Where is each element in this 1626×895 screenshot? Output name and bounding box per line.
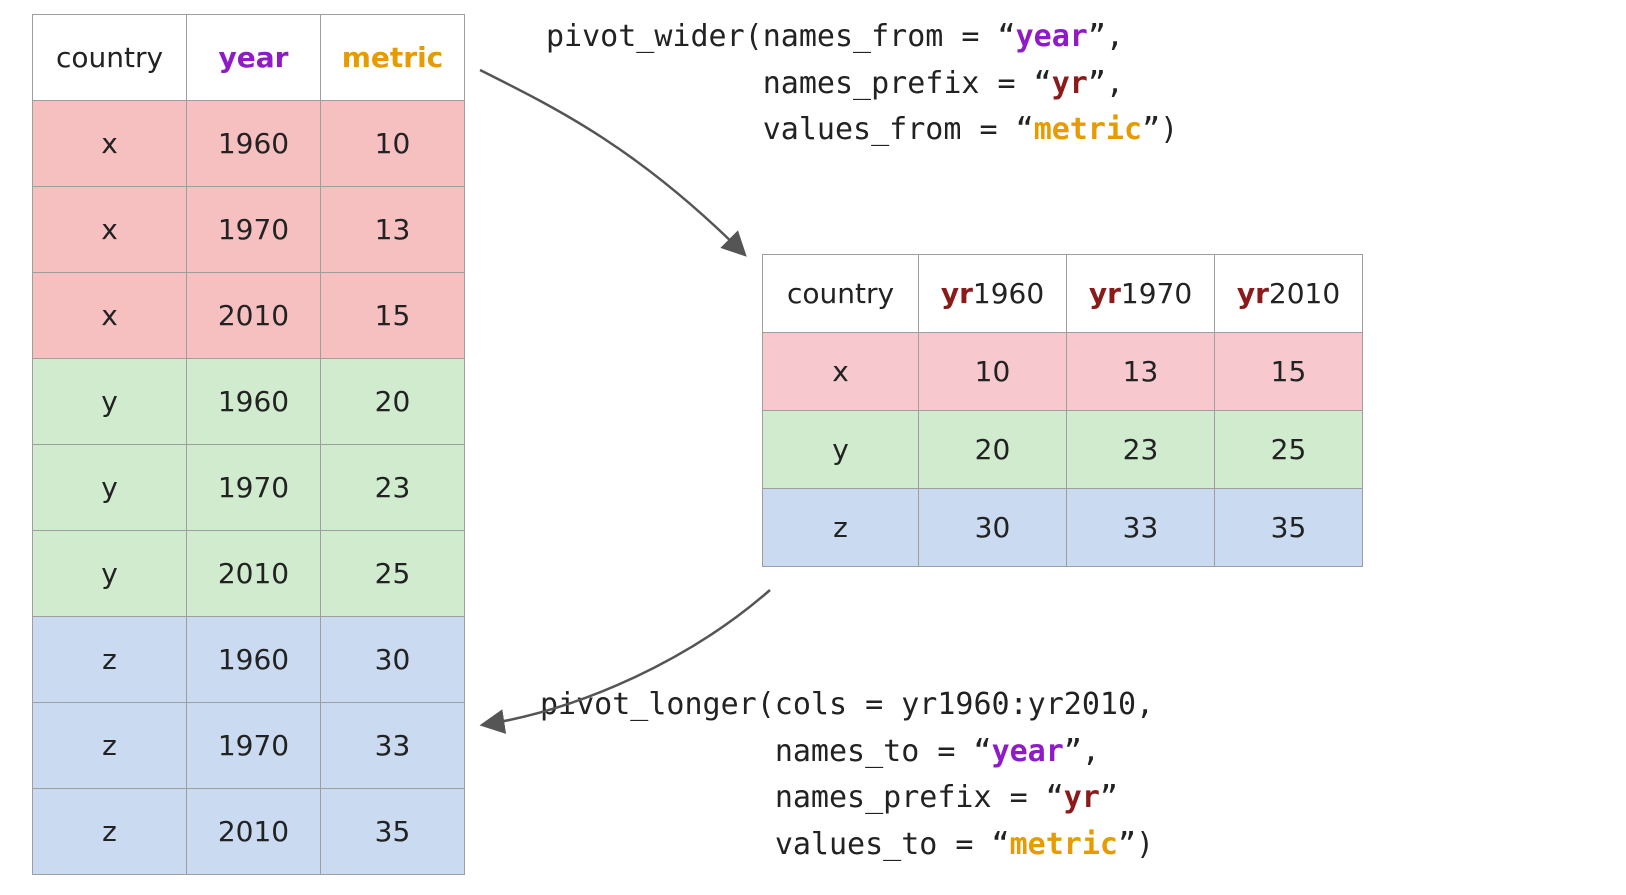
col-country: country: [33, 15, 187, 101]
cell-country: y: [33, 445, 187, 531]
code-line: pivot_wider(names_from = “: [546, 19, 1016, 54]
col-yr2010: yr2010: [1215, 255, 1363, 333]
cell-metric: 13: [321, 187, 465, 273]
pad: [540, 827, 775, 862]
table-row: x 1960 10: [33, 101, 465, 187]
long-format-table: country year metric x 1960 10 x 1970 13 …: [32, 14, 465, 875]
cell-country: y: [33, 531, 187, 617]
arg-metric: metric: [1010, 827, 1118, 862]
col-year: year: [187, 15, 321, 101]
cell-country: z: [33, 703, 187, 789]
code-pivot-longer: pivot_longer(cols = yr1960:yr2010, names…: [540, 682, 1154, 868]
arg-metric: metric: [1034, 112, 1142, 147]
cell-year: 1970: [187, 445, 321, 531]
cell-metric: 35: [321, 789, 465, 875]
cell-year: 2010: [187, 789, 321, 875]
cell-country: x: [33, 187, 187, 273]
cell-year: 1970: [187, 703, 321, 789]
cell-metric: 33: [321, 703, 465, 789]
cell-metric: 30: [321, 617, 465, 703]
cell-country: x: [33, 273, 187, 359]
cell-value: 25: [1215, 411, 1363, 489]
col-country: country: [763, 255, 919, 333]
table-row: x 10 13 15: [763, 333, 1363, 411]
code-line: ”,: [1088, 66, 1124, 101]
col-yr1960: yr1960: [919, 255, 1067, 333]
code-line: names_prefix = “: [763, 66, 1052, 101]
code-line: pivot_longer(cols = yr1960:yr2010,: [540, 687, 1154, 722]
cell-country: z: [33, 617, 187, 703]
table-row: z 2010 35: [33, 789, 465, 875]
cell-metric: 20: [321, 359, 465, 445]
col-yr1970: yr1970: [1067, 255, 1215, 333]
table-row: y 1960 20: [33, 359, 465, 445]
cell-metric: 10: [321, 101, 465, 187]
table-row: y 2010 25: [33, 531, 465, 617]
table-row: x 2010 15: [33, 273, 465, 359]
cell-year: 1960: [187, 617, 321, 703]
yr-prefix: yr: [941, 277, 973, 310]
cell-value: 13: [1067, 333, 1215, 411]
cell-value: 33: [1067, 489, 1215, 567]
cell-country: z: [763, 489, 919, 567]
code-pivot-wider: pivot_wider(names_from = “year”, names_p…: [546, 14, 1178, 154]
cell-country: y: [33, 359, 187, 445]
cell-value: 15: [1215, 333, 1363, 411]
long-table-header: country year metric: [33, 15, 465, 101]
cell-value: 35: [1215, 489, 1363, 567]
cell-year: 1960: [187, 101, 321, 187]
code-line: ”): [1118, 827, 1154, 862]
code-line: ”): [1142, 112, 1178, 147]
arg-year: year: [1016, 19, 1088, 54]
cell-value: 23: [1067, 411, 1215, 489]
arg-prefix: yr: [1052, 66, 1088, 101]
cell-metric: 15: [321, 273, 465, 359]
code-line: names_to = “: [775, 734, 992, 769]
cell-year: 2010: [187, 273, 321, 359]
yr-value: 2010: [1269, 277, 1340, 310]
cell-metric: 23: [321, 445, 465, 531]
table-row: z 1970 33: [33, 703, 465, 789]
yr-value: 1970: [1121, 277, 1192, 310]
wide-table-header: country yr1960 yr1970 yr2010: [763, 255, 1363, 333]
arg-year: year: [992, 734, 1064, 769]
table-row: z 1960 30: [33, 617, 465, 703]
table-row: z 30 33 35: [763, 489, 1363, 567]
cell-year: 2010: [187, 531, 321, 617]
cell-year: 1970: [187, 187, 321, 273]
code-line: ”,: [1088, 19, 1124, 54]
table-row: x 1970 13: [33, 187, 465, 273]
yr-prefix: yr: [1237, 277, 1269, 310]
cell-value: 20: [919, 411, 1067, 489]
code-line: values_to = “: [775, 827, 1010, 862]
cell-country: z: [33, 789, 187, 875]
cell-year: 1960: [187, 359, 321, 445]
code-line: ”,: [1064, 734, 1100, 769]
table-row: y 1970 23: [33, 445, 465, 531]
code-line: names_prefix = “: [775, 780, 1064, 815]
pad: [540, 780, 775, 815]
cell-country: y: [763, 411, 919, 489]
code-line: values_from = “: [763, 112, 1034, 147]
arg-prefix: yr: [1064, 780, 1100, 815]
cell-value: 10: [919, 333, 1067, 411]
pad: [540, 734, 775, 769]
cell-metric: 25: [321, 531, 465, 617]
table-row: y 20 23 25: [763, 411, 1363, 489]
pad: [546, 112, 763, 147]
cell-country: x: [33, 101, 187, 187]
yr-value: 1960: [973, 277, 1044, 310]
yr-prefix: yr: [1089, 277, 1121, 310]
cell-country: x: [763, 333, 919, 411]
code-line: ”: [1100, 780, 1118, 815]
col-metric: metric: [321, 15, 465, 101]
wide-format-table: country yr1960 yr1970 yr2010 x 10 13 15 …: [762, 254, 1363, 567]
cell-value: 30: [919, 489, 1067, 567]
pad: [546, 66, 763, 101]
